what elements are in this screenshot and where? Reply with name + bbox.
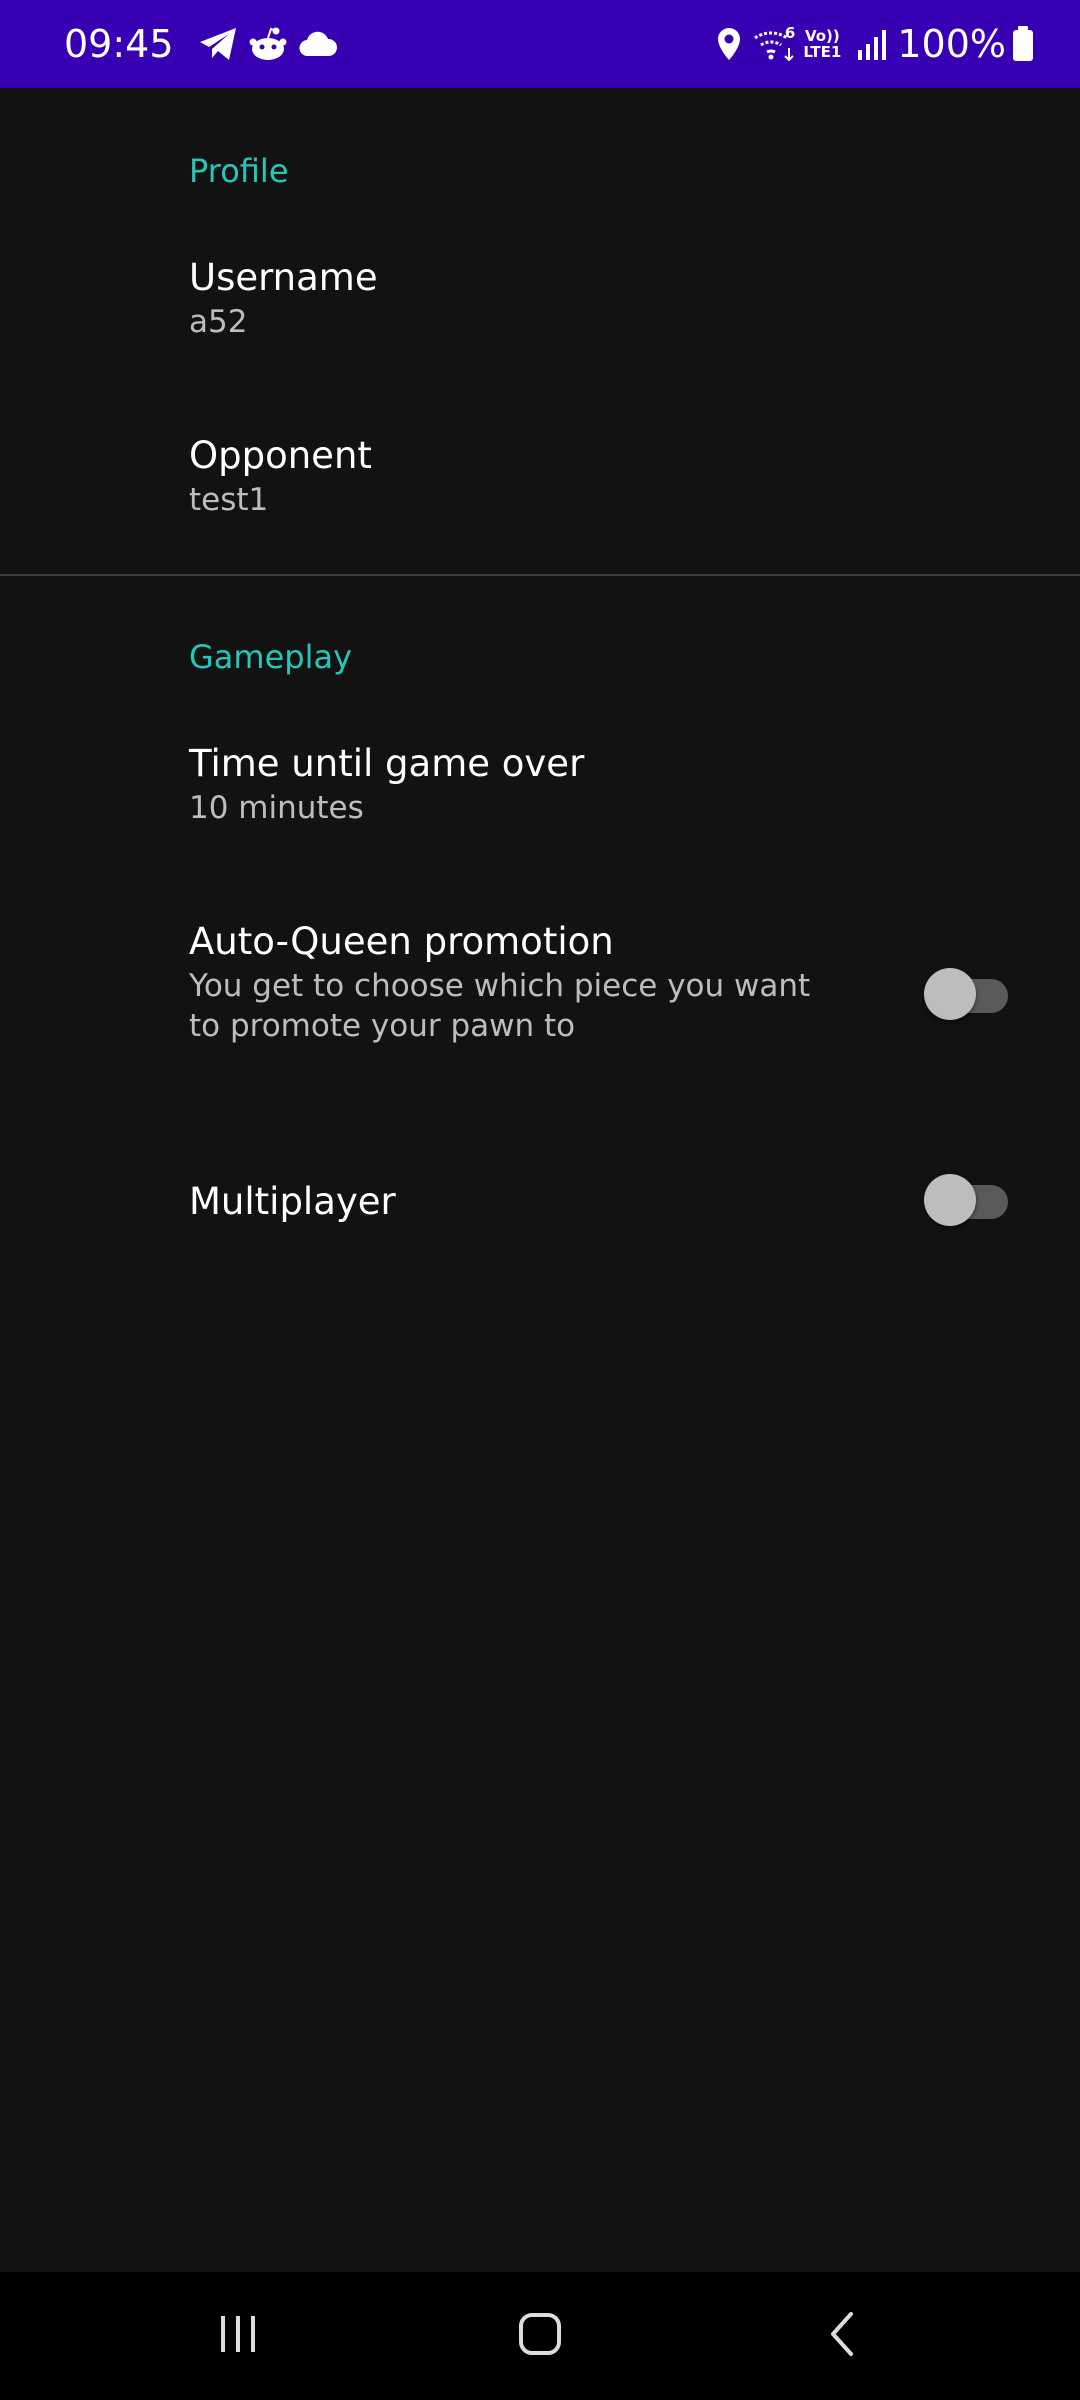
- switch-thumb: [924, 1174, 976, 1226]
- volte-icon: Vo)) LTE1: [803, 28, 841, 60]
- cloud-icon: [298, 30, 338, 58]
- username-preference[interactable]: Username a52: [0, 238, 1080, 410]
- signal-icon: [857, 28, 887, 60]
- opponent-preference[interactable]: Opponent test1: [0, 416, 1080, 588]
- status-bar-left: 09:45: [64, 22, 338, 66]
- recent-apps-icon: [216, 2312, 260, 2360]
- time-until-game-over-value: 10 minutes: [189, 790, 364, 826]
- home-button[interactable]: [440, 2272, 640, 2400]
- recent-apps-button[interactable]: [138, 2272, 338, 2400]
- battery-percent: 100%: [897, 22, 1006, 66]
- volte-bottom: LTE1: [803, 43, 842, 61]
- multiplayer-title: Multiplayer: [189, 1180, 396, 1223]
- auto-queen-preference[interactable]: Auto-Queen promotion You get to choose w…: [0, 902, 1080, 1102]
- location-icon: [715, 26, 743, 62]
- wifi-icon: 6: [753, 24, 797, 62]
- auto-queen-switch[interactable]: [924, 964, 1008, 1020]
- status-time: 09:45: [64, 22, 174, 66]
- switch-thumb: [924, 968, 976, 1020]
- telegram-icon: [198, 26, 238, 62]
- opponent-value: test1: [189, 482, 269, 518]
- category-divider: [0, 574, 1080, 576]
- navigation-bar: [0, 2272, 1080, 2400]
- battery-icon: [1012, 26, 1034, 62]
- auto-queen-summary: You get to choose which piece you want t…: [189, 968, 811, 1044]
- username-value: a52: [189, 304, 248, 340]
- back-button[interactable]: [742, 2272, 942, 2400]
- home-icon: [517, 2311, 563, 2361]
- multiplayer-switch[interactable]: [924, 1170, 1008, 1226]
- multiplayer-preference[interactable]: Multiplayer: [0, 1128, 1080, 1258]
- settings-screen: Profile Username a52 Opponent test1 Game…: [0, 88, 1080, 2272]
- username-title: Username: [189, 256, 378, 299]
- time-until-game-over-title: Time until game over: [189, 742, 585, 785]
- status-bar: 09:45 6 Vo)) LTE1 100%: [0, 0, 1080, 88]
- status-bar-right: 6 Vo)) LTE1 100%: [705, 22, 1034, 66]
- auto-queen-title: Auto-Queen promotion: [189, 920, 614, 963]
- wifi-label: 6: [784, 24, 796, 42]
- reddit-icon: [248, 25, 288, 63]
- back-icon: [827, 2310, 857, 2362]
- category-gameplay-title: Gameplay: [189, 638, 353, 676]
- category-profile-title: Profile: [189, 152, 289, 190]
- time-until-game-over-preference[interactable]: Time until game over 10 minutes: [0, 724, 1080, 896]
- opponent-title: Opponent: [189, 434, 372, 477]
